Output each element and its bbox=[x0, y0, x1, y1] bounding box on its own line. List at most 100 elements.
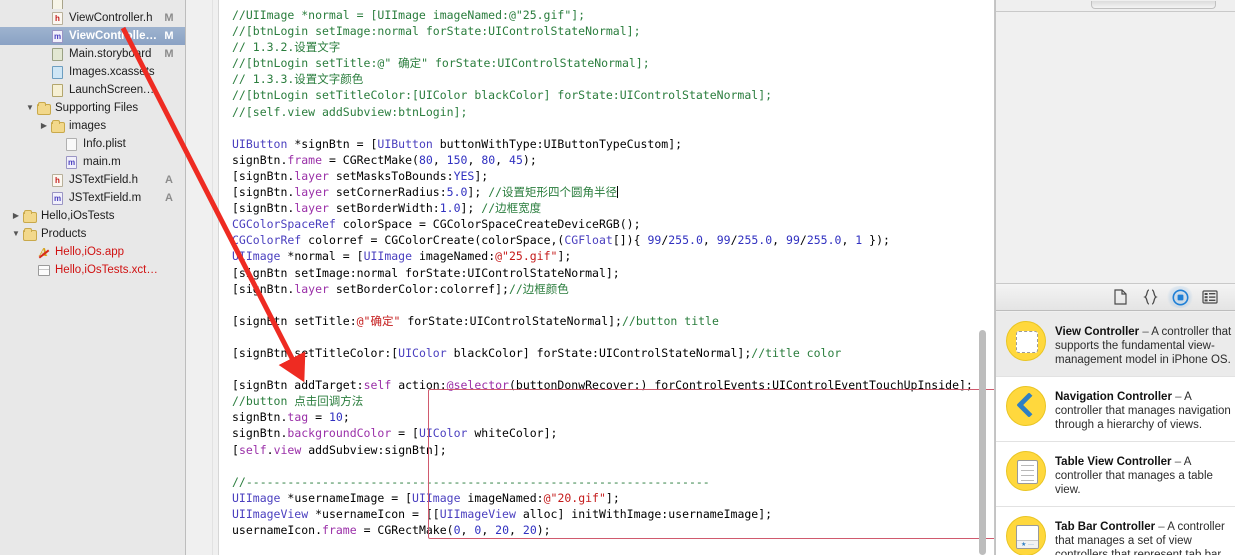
library-item[interactable]: View Controller – A controller that supp… bbox=[996, 312, 1235, 377]
object-library-list[interactable]: View Controller – A controller that supp… bbox=[996, 312, 1235, 555]
navigator-item-viewcontroller-m[interactable]: ▶mViewController.mM bbox=[0, 27, 185, 45]
disclosure-closed-icon[interactable]: ▶ bbox=[38, 117, 50, 135]
document-icon[interactable] bbox=[1105, 286, 1135, 308]
navigator-item-status-badge: A bbox=[165, 174, 173, 186]
source-code-text[interactable]: //UIImage *normal = [UIImage imageNamed:… bbox=[220, 0, 995, 555]
navigator-item-supporting-files[interactable]: ▼ Supporting Files bbox=[0, 99, 185, 117]
code-token: buttonWithType:UIButtonTypeCustom]; bbox=[432, 136, 683, 151]
media-list-icon[interactable] bbox=[1195, 286, 1225, 308]
code-line: [signBtn.layer setCornerRadius:5.0]; //设… bbox=[232, 184, 995, 200]
editor-vertical-scrollbar[interactable] bbox=[977, 0, 987, 555]
code-token: , bbox=[467, 152, 482, 167]
code-token: //[self.view addSubview:btnLogin]; bbox=[232, 104, 468, 119]
disclosure-open-icon[interactable]: ▼ bbox=[24, 99, 36, 117]
code-token: UIImageView bbox=[232, 506, 309, 521]
navigator-item-info-plist[interactable]: ▶Info.plist bbox=[0, 135, 185, 153]
braces-icon[interactable] bbox=[1135, 286, 1165, 308]
navigator-item-hello-iostests[interactable]: ▶ Hello,iOsTests bbox=[0, 207, 185, 225]
navigator-item-images-xcassets[interactable]: ▶Images.xcassets bbox=[0, 63, 185, 81]
navigator-item-jstextfield-h[interactable]: ▶hJSTextField.hA bbox=[0, 171, 185, 189]
code-token: //button 点击回调方法 bbox=[232, 394, 364, 409]
code-token: [signBtn setTitle: bbox=[232, 313, 357, 328]
xcode-window: ▶ ▶ h ViewController.h M ▶ m ViewController.m M ▶… bbox=[0, 0, 1235, 555]
code-token: setMasksToBounds: bbox=[328, 168, 454, 183]
code-token: ]; bbox=[460, 201, 482, 216]
scrollbar-thumb[interactable] bbox=[979, 330, 986, 555]
library-item[interactable]: Navigation Controller – A controller tha… bbox=[996, 377, 1235, 442]
code-token: , bbox=[481, 523, 496, 537]
navigator-item-hello-iostests-xctest[interactable]: ▶Hello,iOsTests.xctest bbox=[0, 261, 185, 279]
navigator-item-label: ViewController.h bbox=[69, 12, 153, 24]
disclosure-closed-icon[interactable]: ▶ bbox=[10, 207, 22, 225]
code-token: self bbox=[238, 442, 267, 457]
code-token: , bbox=[460, 523, 475, 537]
code-token: , bbox=[432, 152, 447, 167]
app-product-icon bbox=[36, 245, 51, 259]
code-token: //button title bbox=[621, 313, 719, 328]
inspector-area bbox=[996, 12, 1235, 284]
code-line: [signBtn.layer setBorderWidth:1.0]; //边框… bbox=[232, 200, 995, 216]
objc-file-icon: m bbox=[52, 30, 63, 43]
code-token: , bbox=[509, 523, 523, 537]
navigator-item-label: images bbox=[69, 120, 107, 132]
navigator-item-launchscreen-xib[interactable]: ▶LaunchScreen.xib bbox=[0, 81, 185, 99]
inspector-control-stub[interactable] bbox=[1091, 1, 1216, 9]
code-token: @"25.gif" bbox=[495, 249, 558, 264]
library-item-text: Tab Bar Controller – A controller that m… bbox=[1055, 516, 1235, 555]
navigator-item-main-storyboard[interactable]: ▶Main.storyboardM bbox=[0, 45, 185, 63]
navigator-item-label: Hello,iOs.app bbox=[55, 246, 125, 258]
library-item[interactable]: ★ ··· Tab Bar Controller – A controller t… bbox=[996, 507, 1235, 555]
plist-icon bbox=[64, 137, 79, 151]
navigator-item-status-badge: M bbox=[164, 48, 174, 60]
code-token: 20 bbox=[495, 523, 510, 537]
disclosure-open-icon[interactable]: ▼ bbox=[10, 225, 22, 243]
code-line: UIButton *signBtn = [UIButton buttonWith… bbox=[232, 136, 995, 152]
header-file-icon: h bbox=[50, 173, 65, 187]
code-token: self bbox=[363, 378, 392, 393]
editor-gutter bbox=[186, 0, 219, 555]
code-token: whiteColor]; bbox=[467, 426, 558, 441]
library-item-text: Navigation Controller – A controller tha… bbox=[1055, 386, 1235, 432]
navigator-item-products[interactable]: ▼ Products bbox=[0, 225, 185, 243]
navigator-item-hello-ios-app[interactable]: ▶Hello,iOs.app bbox=[0, 243, 185, 261]
code-line: [self.view addSubview:signBtn]; bbox=[232, 442, 995, 458]
code-token: = CGRectMake( bbox=[356, 523, 454, 537]
xib-icon bbox=[50, 83, 65, 97]
code-token: 255.0 bbox=[668, 233, 703, 248]
code-token: [signBtn. bbox=[232, 201, 295, 216]
code-token: [signBtn setTitleColor:[ bbox=[232, 345, 399, 360]
code-token: 80 bbox=[481, 152, 496, 167]
navigator-item-partial[interactable]: ▶ bbox=[0, 0, 185, 9]
code-token: //[btnLogin setTitle:@" 确定" forState:UIC… bbox=[232, 56, 650, 71]
navigator-item-label: LaunchScreen.xib bbox=[69, 84, 159, 96]
code-token: *usernameImage = [ bbox=[280, 490, 413, 505]
project-navigator-list[interactable]: ▶ ▶ h ViewController.h M ▶ m ViewController.m M ▶… bbox=[0, 0, 185, 279]
code-token: *signBtn = [ bbox=[287, 136, 378, 151]
code-token: alloc] initWithImage:usernameImage]; bbox=[515, 506, 773, 521]
source-editor[interactable]: //UIImage *normal = [UIImage imageNamed:… bbox=[186, 0, 995, 555]
code-token: 99 bbox=[647, 233, 662, 248]
navigator-item-main-m[interactable]: ▶mmain.m bbox=[0, 153, 185, 171]
utilities-panel[interactable]: View Controller – A controller that supp… bbox=[995, 0, 1235, 555]
navigator-item-jstextfield-m[interactable]: ▶mJSTextField.mA bbox=[0, 189, 185, 207]
xcassets-icon bbox=[50, 65, 65, 79]
circle-target-icon[interactable] bbox=[1165, 286, 1195, 308]
library-item[interactable]: Table View Controller – A controller tha… bbox=[996, 442, 1235, 507]
navigator-item-images[interactable]: ▶ images bbox=[0, 117, 185, 135]
navigation-controller-icon bbox=[1006, 386, 1046, 426]
code-token: //边框宽度 bbox=[481, 201, 542, 216]
project-navigator[interactable]: ▶ ▶ h ViewController.h M ▶ m ViewController.m M ▶… bbox=[0, 0, 186, 555]
navigator-item-label: JSTextField.h bbox=[69, 174, 139, 186]
code-token: ]; bbox=[605, 490, 620, 505]
library-selector-bar[interactable] bbox=[996, 284, 1235, 311]
code-token: //[btnLogin setImage:normal forState:UIC… bbox=[232, 24, 641, 39]
navigator-item-viewcontroller-h[interactable]: ▶hViewController.hM bbox=[0, 9, 185, 27]
code-token: 5.0 bbox=[446, 185, 468, 200]
code-token: addSubview:signBtn]; bbox=[301, 442, 447, 457]
code-token: view bbox=[273, 442, 302, 457]
